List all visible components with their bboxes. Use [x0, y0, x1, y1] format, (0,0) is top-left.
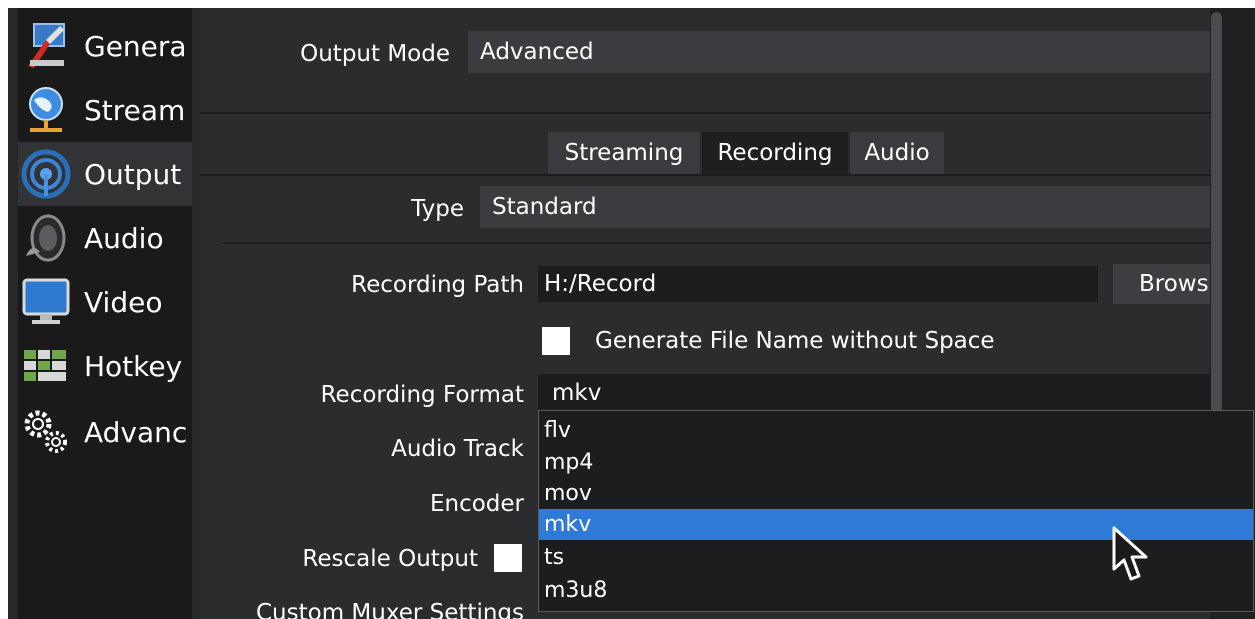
dropdown-option-mov[interactable]: mov — [539, 478, 1253, 509]
divider — [200, 112, 1210, 114]
rescale-output-checkbox[interactable] — [494, 544, 522, 572]
sidebar-item-advanced[interactable]: Advanc — [18, 400, 192, 464]
tab-audio[interactable]: Audio — [850, 132, 944, 174]
globe-network-icon — [20, 84, 72, 136]
sidebar-item-label: Output — [84, 157, 182, 191]
custom-muxer-label: Custom Muxer Settings — [255, 600, 524, 619]
obs-settings-window: Genera Stream Output Audio Video Hotkey … — [8, 8, 1255, 619]
output-mode-select[interactable]: Advanced — [468, 31, 1210, 73]
recording-format-select[interactable]: mkv — [538, 374, 1210, 412]
monitor-icon — [20, 276, 72, 328]
sidebar-item-label: Stream — [84, 93, 186, 127]
gears-icon — [20, 406, 72, 458]
broadcast-signal-icon — [20, 148, 72, 200]
tab-streaming[interactable]: Streaming — [548, 132, 700, 174]
tab-recording[interactable]: Recording — [702, 132, 848, 174]
sidebar-item-hotkeys[interactable]: Hotkey — [18, 334, 192, 398]
sidebar-item-general[interactable]: Genera — [18, 14, 192, 78]
divider — [222, 242, 1210, 244]
dropdown-option-flv[interactable]: flv — [539, 415, 1253, 446]
recording-path-label: Recording Path — [351, 272, 524, 298]
generate-filename-label: Generate File Name without Space — [595, 328, 995, 354]
rescale-output-label: Rescale Output — [302, 546, 478, 572]
sidebar-item-video[interactable]: Video — [18, 270, 192, 334]
output-mode-label: Output Mode — [300, 41, 450, 67]
keyboard-icon — [20, 340, 72, 392]
sidebar-item-label: Hotkey — [84, 349, 183, 383]
recording-path-input[interactable]: H:/Record — [538, 266, 1098, 302]
sidebar-item-label: Audio — [84, 221, 164, 255]
dropdown-option-mp4[interactable]: mp4 — [539, 447, 1253, 478]
sidebar-item-label: Video — [84, 285, 163, 319]
sidebar-item-label: Advanc — [84, 415, 188, 449]
general-settings-icon — [20, 20, 72, 72]
type-label: Type — [411, 196, 464, 222]
browse-button[interactable]: Brows — [1113, 264, 1210, 304]
settings-sidebar: Genera Stream Output Audio Video Hotkey … — [18, 8, 192, 619]
sidebar-item-label: Genera — [84, 29, 187, 63]
sidebar-item-stream[interactable]: Stream — [18, 78, 192, 142]
sidebar-item-audio[interactable]: Audio — [18, 206, 192, 270]
encoder-label: Encoder — [429, 491, 524, 517]
mouse-cursor-icon — [1111, 525, 1151, 585]
audio-track-label: Audio Track — [391, 436, 524, 462]
generate-filename-checkbox[interactable] — [542, 327, 570, 355]
speaker-icon — [20, 212, 72, 264]
divider — [200, 174, 1210, 176]
recording-format-label: Recording Format — [320, 382, 524, 408]
type-select[interactable]: Standard — [480, 186, 1210, 228]
sidebar-item-output[interactable]: Output — [18, 142, 192, 206]
